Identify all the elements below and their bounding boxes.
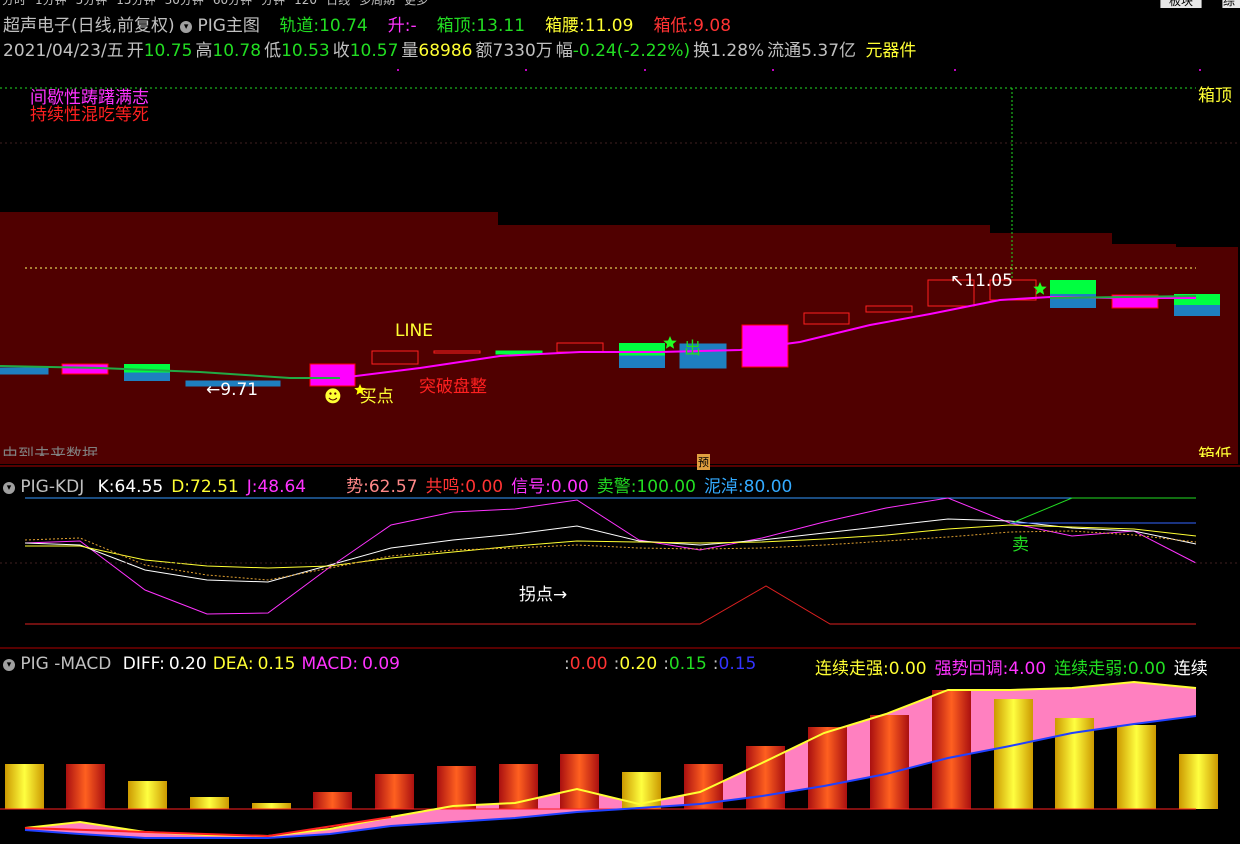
motto-line-2: 持续性混吃等死 bbox=[30, 105, 149, 125]
top-dot-1 bbox=[525, 69, 527, 71]
macd-label-0: DIFF: bbox=[122, 654, 165, 674]
macd-extra-values: :0.00:0.20:0.15:0.15 bbox=[558, 654, 756, 674]
kdj-value-7: 80.00 bbox=[743, 477, 793, 497]
macd-extra-value-2: 0.15 bbox=[668, 654, 707, 674]
kdj-label-2: J: bbox=[246, 477, 258, 497]
macd-bar-2 bbox=[128, 781, 167, 809]
kdj-sell-line bbox=[1011, 497, 1196, 524]
macd-bar-0 bbox=[5, 764, 44, 809]
turn-point-label: 拐点→ bbox=[519, 585, 568, 605]
macd-bar-15 bbox=[932, 690, 971, 809]
high-mark-value: 11.05 bbox=[964, 271, 1013, 291]
macd-values: DIFF: 0.20 DEA: 0.15 MACD: 0.09 bbox=[117, 654, 400, 674]
macd-bar-16 bbox=[994, 699, 1033, 809]
kdj-dropdown-icon[interactable]: ▾ bbox=[3, 482, 15, 494]
macd-bar-3 bbox=[190, 797, 229, 809]
macd-bar-7 bbox=[437, 766, 476, 809]
macd-value-0: 0.20 bbox=[168, 654, 207, 674]
macd-trend-values: 连续走强:0.00 强势回调:4.00 连续走弱:0.00 连续 bbox=[815, 654, 1208, 679]
kdj-label-3: 势: bbox=[346, 477, 369, 497]
macd-label-1: DEA: bbox=[212, 654, 254, 674]
candle-16-top bbox=[1050, 280, 1096, 294]
macd-trend-value-0: 0.00 bbox=[888, 659, 927, 679]
kdj-label-5: 信号: bbox=[511, 477, 551, 497]
top-dot-4 bbox=[954, 69, 956, 71]
kdj-signal-line bbox=[25, 585, 1196, 625]
buy-point-text: 买点 bbox=[359, 387, 394, 407]
buy-point-label: ☻ 买点 bbox=[324, 387, 394, 407]
macd-bar-9 bbox=[560, 754, 599, 809]
kdj-label-1: D: bbox=[171, 477, 191, 497]
box-top-label: 箱顶 bbox=[1198, 86, 1232, 106]
kdj-value-5: 0.00 bbox=[550, 477, 589, 497]
macd-trend-value-1: 4.00 bbox=[1008, 659, 1047, 679]
high-mark: ↖11.05 bbox=[950, 271, 1013, 291]
macd-bar-14 bbox=[870, 715, 909, 809]
macd-dropdown-icon[interactable]: ▾ bbox=[3, 659, 15, 671]
kdj-label-7: 泥淖: bbox=[703, 477, 744, 497]
macd-extra-value-1: 0.20 bbox=[619, 654, 658, 674]
kdj-chart bbox=[0, 497, 1240, 625]
kdj-value-0: 64.55 bbox=[114, 477, 164, 497]
break-label: 突破盘整 bbox=[419, 377, 487, 397]
line-label: LINE bbox=[395, 321, 433, 341]
kdj-value-4: 0.00 bbox=[465, 477, 504, 497]
pre-badge[interactable]: 预 bbox=[697, 454, 710, 470]
macd-trend-label-0: 连续走强: bbox=[815, 659, 889, 679]
macd-trend-value-2: 0.00 bbox=[1127, 659, 1166, 679]
macd-chart bbox=[0, 680, 1218, 839]
macd-bar-13 bbox=[808, 727, 847, 809]
candle-2-bottom bbox=[124, 372, 170, 381]
candle-0 bbox=[0, 367, 49, 375]
macd-bar-6 bbox=[375, 774, 414, 809]
macd-bar-19 bbox=[1179, 754, 1218, 809]
candle-18-bottom bbox=[1174, 305, 1220, 316]
future-data-note: 由到未来数据 bbox=[2, 445, 99, 456]
kdj-value-6: 100.00 bbox=[636, 477, 696, 497]
box-background bbox=[0, 212, 1238, 464]
macd-bar-1 bbox=[66, 764, 105, 809]
box-bottom-label: 箱低 bbox=[1198, 446, 1232, 457]
macd-extra-value-0: 0.00 bbox=[569, 654, 608, 674]
macd-header: ▾ PIG -MACD DIFF: 0.20 DEA: 0.15 MACD: 0.09 bbox=[3, 654, 400, 674]
kdj-value-1: 72.51 bbox=[190, 477, 239, 497]
top-dot-5 bbox=[1199, 69, 1201, 71]
macd-bar-4 bbox=[252, 803, 291, 809]
out-label: 出 bbox=[684, 339, 701, 359]
macd-trend-label-2: 连续走弱: bbox=[1054, 659, 1128, 679]
kdj-label-0: K: bbox=[97, 477, 115, 497]
sell-label: 卖 bbox=[1012, 535, 1029, 555]
kdj-value-3: 62.57 bbox=[368, 477, 418, 497]
macd-trend-label-1: 强势回调: bbox=[934, 659, 1009, 679]
macd-bar-18 bbox=[1117, 725, 1156, 809]
kdj-header: ▾ PIG-KDJ K:64.55 D:72.51 J:48.64 势:62.57 共鸣… bbox=[3, 472, 792, 497]
chart-canvas bbox=[0, 69, 1240, 839]
main-chart bbox=[0, 69, 1240, 649]
macd-bar-5 bbox=[313, 792, 352, 809]
candle-9-top bbox=[619, 343, 665, 356]
kdj-name: PIG-KDJ bbox=[20, 477, 85, 497]
macd-name: PIG -MACD bbox=[20, 654, 112, 674]
kdj-label-4: 共鸣: bbox=[425, 477, 466, 497]
candle-9-bottom bbox=[619, 355, 665, 368]
macd-value-2: 0.09 bbox=[362, 654, 400, 674]
macd-value-1: 0.15 bbox=[257, 654, 296, 674]
macd-label-2: MACD: bbox=[301, 654, 359, 674]
top-dot-0 bbox=[397, 69, 399, 71]
top-dot-3 bbox=[772, 69, 774, 71]
kdj-j-line bbox=[24, 497, 1197, 615]
kdj-values: K:64.55 D:72.51 J:48.64 势:62.57 共鸣:0.00 信号:0.… bbox=[90, 477, 793, 497]
kdj-label-6: 卖警: bbox=[596, 477, 637, 497]
macd-trend-label-3: 连续 bbox=[1173, 659, 1208, 679]
kdj-value-2: 48.64 bbox=[257, 477, 307, 497]
low-mark: ←9.71 bbox=[206, 380, 259, 400]
top-dot-2 bbox=[644, 69, 646, 71]
low-mark-value: 9.71 bbox=[220, 380, 259, 400]
macd-extra-value-3: 0.15 bbox=[718, 654, 757, 674]
